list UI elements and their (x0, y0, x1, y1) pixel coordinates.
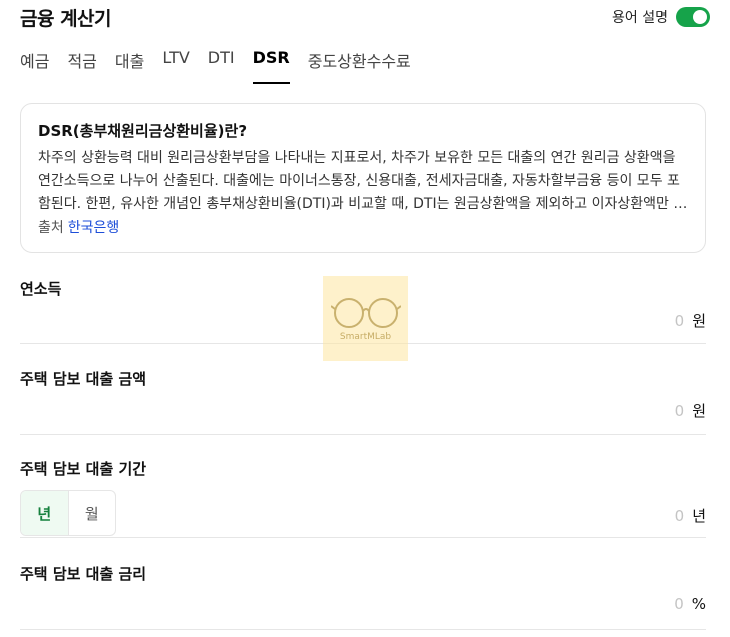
loan-rate-field: 주택 담보 대출 금리 % (20, 555, 706, 630)
loan-amount-label: 주택 담보 대출 금액 (20, 370, 147, 388)
loan-rate-input[interactable] (623, 595, 684, 613)
info-source: 출처 한국은행 (38, 217, 689, 237)
loan-period-label: 주택 담보 대출 기간 (20, 460, 147, 478)
income-value: 원 (624, 310, 706, 331)
term-toggle-label: 용어 설명 (612, 10, 668, 26)
loan-rate-label: 주택 담보 대출 금리 (20, 565, 147, 583)
source-label: 출처 (38, 220, 64, 236)
watermark-text: SmartMLab (339, 331, 392, 342)
loan-amount-unit: 원 (692, 402, 706, 420)
tab-dsr[interactable]: DSR (252, 44, 290, 84)
tab-deposit[interactable]: 예금 (20, 44, 49, 84)
period-year-button[interactable]: 년 (21, 491, 69, 535)
toggle-switch[interactable] (676, 7, 710, 27)
term-explanation-toggle[interactable]: 용어 설명 (612, 7, 710, 27)
info-title: DSR(총부채원리금상환비율)란? (38, 122, 248, 140)
loan-amount-value: 원 (624, 400, 706, 421)
dsr-info-card: DSR(총부채원리금상환비율)란? 차주의 상환능력 대비 원리금상환부담을 나… (20, 103, 706, 253)
loan-period-unit: 년 (692, 507, 706, 525)
glasses-icon (330, 297, 401, 328)
loan-period-input[interactable] (624, 506, 685, 525)
period-month-button[interactable]: 월 (69, 491, 116, 535)
tab-ltv[interactable]: LTV (162, 44, 189, 84)
tab-loan[interactable]: 대출 (115, 44, 144, 84)
calculator-tabs: 예금 적금 대출 LTV DTI DSR 중도상환수수료 (20, 44, 429, 84)
tab-prepayment-fee[interactable]: 중도상환수수료 (308, 44, 411, 84)
loan-period-field: 주택 담보 대출 기간 년 월 년 (20, 450, 706, 538)
app-header: 금융 계산기 용어 설명 (20, 0, 710, 34)
page-title: 금융 계산기 (20, 7, 112, 30)
tab-dti[interactable]: DTI (208, 44, 235, 84)
loan-amount-input[interactable] (624, 401, 685, 420)
info-description: 차주의 상환능력 대비 원리금상환부담을 나타내는 지표로서, 차주가 보유한 … (38, 150, 687, 212)
watermark-logo: SmartMLab (323, 276, 408, 361)
loan-period-value: 년 (624, 505, 706, 526)
income-label: 연소득 (20, 280, 62, 298)
income-unit: 원 (692, 312, 706, 330)
loan-rate-unit: % (691, 595, 706, 613)
source-link[interactable]: 한국은행 (68, 220, 120, 236)
toggle-knob (693, 10, 707, 24)
tab-savings[interactable]: 적금 (67, 44, 96, 84)
period-unit-selector: 년 월 (20, 490, 116, 536)
loan-amount-field: 주택 담보 대출 금액 원 (20, 360, 706, 435)
loan-rate-value: % (623, 595, 706, 613)
income-input[interactable] (624, 311, 685, 330)
